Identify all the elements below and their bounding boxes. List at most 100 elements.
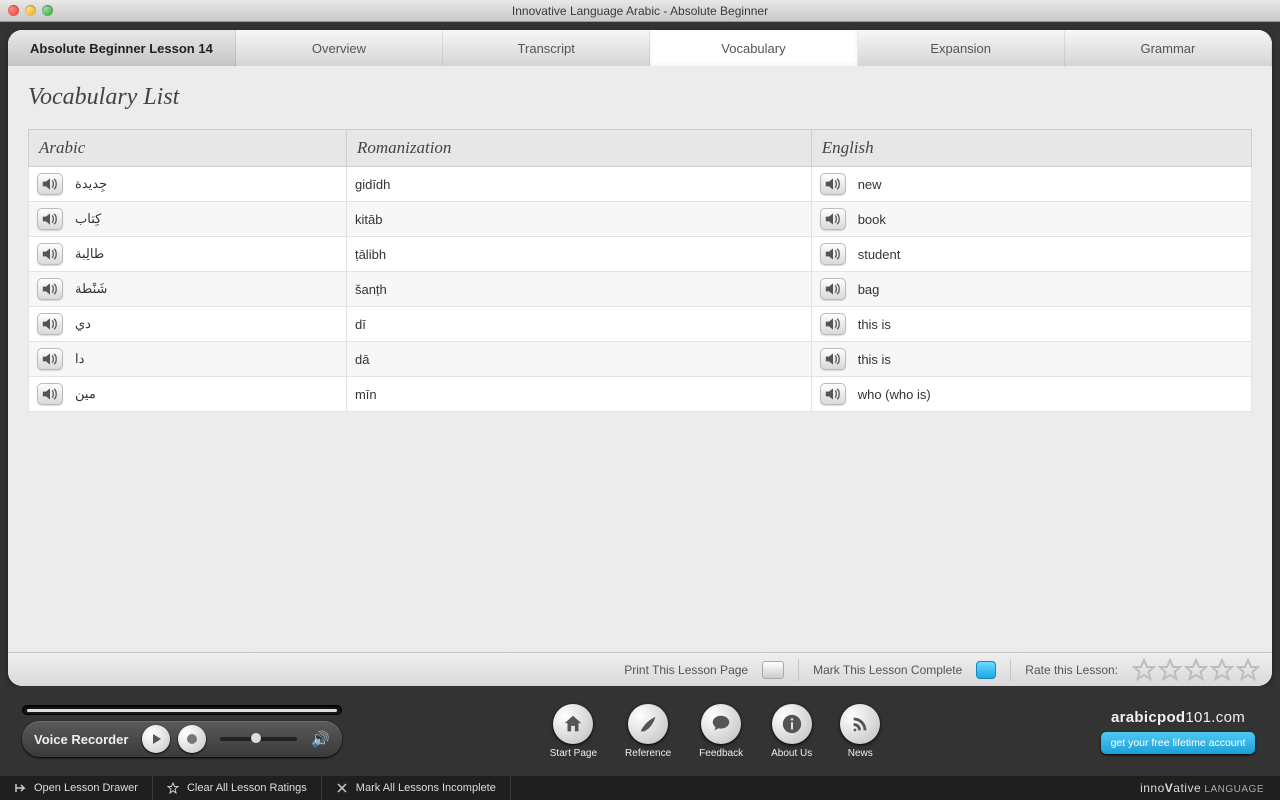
star-outline-icon [167,782,179,794]
audio-english-button[interactable] [820,208,846,230]
print-icon[interactable] [762,661,784,679]
main-area: Absolute Beginner Lesson 14 Overview Tra… [0,22,1280,686]
english-text: this is [858,317,891,332]
brand-cta-button[interactable]: get your free lifetime account [1101,732,1256,754]
print-label[interactable]: Print This Lesson Page [624,663,748,677]
mark-complete-checkbox[interactable] [976,661,996,679]
play-button[interactable] [142,725,170,753]
roman-text: šanṭh [355,282,387,297]
recorder-label: Voice Recorder [34,732,128,747]
rating-stars [1132,658,1260,682]
quill-icon [637,713,659,735]
arabic-text: شَنْطة [75,281,107,297]
star-4[interactable] [1210,658,1234,682]
arabic-text: كِتاب [75,211,101,227]
audio-arabic-button[interactable] [37,348,63,370]
nav-reference-label: Reference [625,748,671,759]
drawer-icon [14,782,26,794]
english-text: student [858,247,901,262]
page-title: Vocabulary List [28,84,1252,111]
nav-icons: Start Page Reference Feedback About Us N… [362,704,1068,759]
vocab-table: Arabic Romanization English جِديدةgidīdh… [28,129,1252,412]
col-arabic: Arabic [29,130,347,167]
recorder-controls: Voice Recorder 🔊 [22,721,342,757]
audio-english-button[interactable] [820,348,846,370]
divider [1010,659,1011,681]
volume-slider[interactable] [220,737,297,741]
arabic-text: طالِبة [75,246,104,262]
tab-expansion[interactable]: Expansion [858,30,1065,66]
info-icon [781,713,803,735]
table-row: جِديدة gidīdh new [29,167,1252,202]
tab-transcript[interactable]: Transcript [443,30,650,66]
record-icon [187,734,197,744]
arabic-text: جِديدة [75,176,107,192]
col-romanization: Romanization [346,130,811,167]
table-row: مين mīn who (who is) [29,377,1252,412]
star-3[interactable] [1184,658,1208,682]
audio-english-button[interactable] [820,278,846,300]
tab-content: Vocabulary List Arabic Romanization Engl… [8,66,1272,652]
nav-reference[interactable]: Reference [625,704,671,759]
roman-text: mīn [355,387,377,402]
rss-icon [849,713,871,735]
tab-overview[interactable]: Overview [236,30,443,66]
audio-english-button[interactable] [820,383,846,405]
brand-site-rest: 101.com [1185,709,1245,726]
nav-news-label: News [848,748,873,759]
table-row: كِتاب kitāb book [29,202,1252,237]
mark-incomplete[interactable]: Mark All Lessons Incomplete [322,776,511,800]
tab-vocabulary[interactable]: Vocabulary [650,30,857,66]
tab-grammar[interactable]: Grammar [1065,30,1272,66]
roman-text: ṭālibh [355,247,386,262]
star-2[interactable] [1158,658,1182,682]
english-text: book [858,212,886,227]
audio-english-button[interactable] [820,313,846,335]
status-drawer-label: Open Lesson Drawer [34,782,138,794]
voice-recorder: Voice Recorder 🔊 [22,705,342,757]
lesson-card: Absolute Beginner Lesson 14 Overview Tra… [8,30,1272,686]
brand-site-bold: arabicpod [1111,709,1185,726]
status-markinc-label: Mark All Lessons Incomplete [356,782,496,794]
star-1[interactable] [1132,658,1156,682]
nav-feedback-label: Feedback [699,748,743,759]
window-title: Innovative Language Arabic - Absolute Be… [0,4,1280,18]
audio-english-button[interactable] [820,173,846,195]
brand-box: arabicpod101.com get your free lifetime … [1088,709,1268,754]
arabic-text: دي [75,316,91,332]
audio-arabic-button[interactable] [37,208,63,230]
record-button[interactable] [178,725,206,753]
english-text: new [858,177,882,192]
nav-feedback[interactable]: Feedback [699,704,743,759]
audio-arabic-button[interactable] [37,278,63,300]
recorder-progress[interactable] [22,705,342,715]
arabic-text: مين [75,386,96,402]
bottom-panel: Voice Recorder 🔊 Start Page Reference Fe… [0,686,1280,776]
star-5[interactable] [1236,658,1260,682]
table-row: شَنْطةšanṭhbag [29,272,1252,307]
nav-about[interactable]: About Us [771,704,812,759]
audio-arabic-button[interactable] [37,313,63,335]
status-brand: innoVative LANGUAGE [1124,781,1280,795]
audio-arabic-button[interactable] [37,383,63,405]
nav-about-label: About Us [771,748,812,759]
arabic-text: دا [75,351,84,367]
audio-arabic-button[interactable] [37,173,63,195]
roman-text: gidīdh [355,177,390,192]
nav-start-page[interactable]: Start Page [550,704,597,759]
open-lesson-drawer[interactable]: Open Lesson Drawer [0,776,153,800]
nav-news[interactable]: News [840,704,880,759]
english-text: who (who is) [858,387,931,402]
mark-complete-label[interactable]: Mark This Lesson Complete [813,663,962,677]
sound-icon: 🔊 [311,730,330,748]
audio-arabic-button[interactable] [37,243,63,265]
x-icon [336,782,348,794]
status-clear-label: Clear All Lesson Ratings [187,782,307,794]
tab-lesson-indicator: Absolute Beginner Lesson 14 [8,30,236,66]
clear-ratings[interactable]: Clear All Lesson Ratings [153,776,322,800]
nav-start-label: Start Page [550,748,597,759]
audio-english-button[interactable] [820,243,846,265]
roman-text: dā [355,352,369,367]
card-footer: Print This Lesson Page Mark This Lesson … [8,652,1272,686]
roman-text: kitāb [355,212,382,227]
